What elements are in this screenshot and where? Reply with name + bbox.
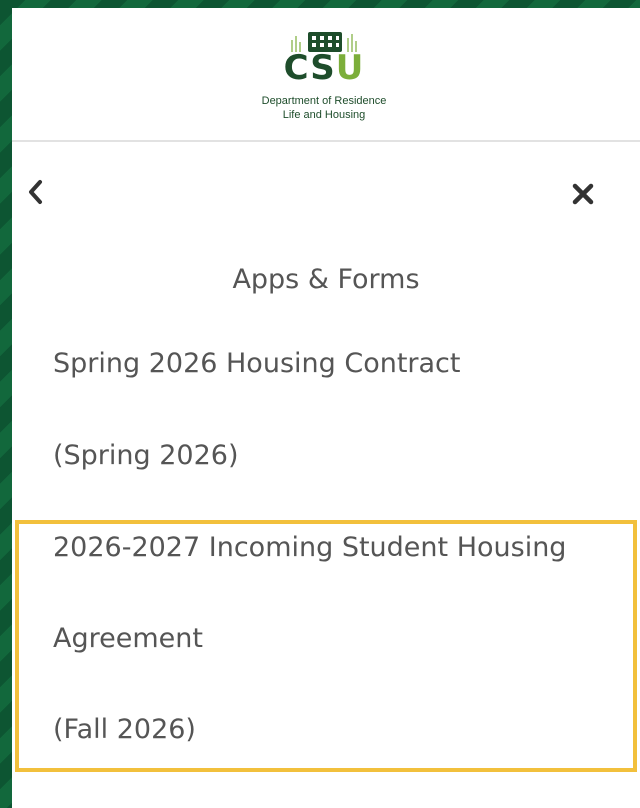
department-line-2: Life and Housing xyxy=(282,109,366,121)
menu-title: Apps & Forms xyxy=(232,264,420,295)
menu-item-line: (Spring 2026) xyxy=(53,440,239,471)
brand-header: CSU Department of Residence Life and Hou… xyxy=(12,8,640,142)
department-name: Department of Residence Life and Housing xyxy=(212,94,436,122)
back-button[interactable] xyxy=(20,174,50,210)
logo-text-cs: CS xyxy=(283,48,336,88)
close-button[interactable] xyxy=(566,176,600,212)
menu-item-line: Spring 2026 Housing Contract xyxy=(53,348,461,379)
menu-item-line: (Fall 2026) xyxy=(53,714,196,745)
close-icon xyxy=(572,183,594,205)
logo-text-u: U xyxy=(335,48,365,88)
menu-item-line: Agreement xyxy=(53,623,203,654)
menu-item-line: 2026-2027 Incoming Student Housing xyxy=(53,532,567,563)
csu-logo-text: CSU xyxy=(274,48,374,88)
chevron-left-icon xyxy=(29,180,42,204)
department-line-1: Department of Residence xyxy=(261,95,387,107)
side-menu-panel: CSU Department of Residence Life and Hou… xyxy=(12,8,640,808)
